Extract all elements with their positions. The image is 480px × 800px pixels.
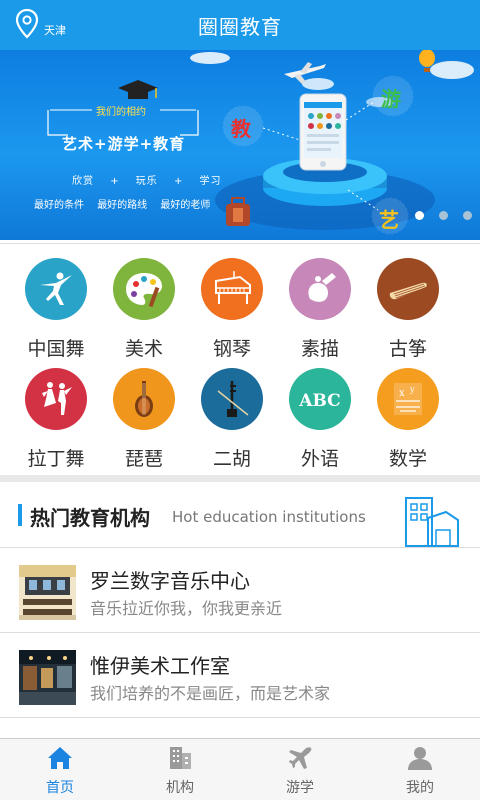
nav-label: 我的 [406,780,434,796]
erhu-icon [201,368,263,430]
abc-icon: ABC [289,368,351,430]
slogan: 最好的老师 [160,200,211,211]
nav-label: 首页 [46,780,74,796]
svg-text:y: y [409,385,415,394]
category-label: 中国舞 [27,338,85,360]
institution-name: 惟伊美术工作室 [90,654,230,678]
slogan: 最好的条件 [34,200,84,211]
category-math[interactable]: xy 数学 [364,368,452,471]
airplane-icon [289,747,312,769]
institution-thumbnail [19,650,76,705]
category-latin-dance[interactable]: 拉丁舞 [12,368,100,471]
institution-description: 音乐拉近你我，你我更亲近 [90,599,283,618]
top-bar: 天津 圈圈教育 [0,0,480,50]
section-divider [0,475,480,482]
keyword-plus: + [173,176,184,187]
carousel-dot[interactable] [463,211,472,220]
banner-slogans: 最好的条件 最好的路线 最好的老师 [34,196,220,211]
nav-home[interactable]: 首页 [0,739,120,800]
keyword: 学习 [199,176,222,187]
category-label: 美术 [124,338,163,360]
keyword: 玩乐 [135,176,158,187]
svg-text:ABC: ABC [298,391,340,411]
nav-label: 游学 [286,780,314,796]
pipa-icon [113,368,175,430]
section-title: 热门教育机构 [30,506,150,530]
nav-study-tour[interactable]: 游学 [240,739,360,800]
user-icon [408,747,432,770]
category-label: 古筝 [388,338,427,360]
keyword: 欣赏 [72,176,94,187]
building-icon [170,747,191,769]
promo-banner[interactable]: 我们的相约 艺术+游学+教育 欣赏 + 玩乐 + 学习 最好的条件 最好的路线 … [0,50,480,240]
category-foreign-language[interactable]: ABC 外语 [276,368,364,471]
section-accent-bar [18,504,22,526]
location-selector[interactable]: 天津 [14,8,66,40]
category-fine-art[interactable]: 美术 [100,258,188,361]
carousel-indicator[interactable] [400,211,472,220]
guzheng-icon [377,258,439,320]
location-pin-icon [15,8,39,39]
institution-description: 我们培养的不是画匠，而是艺术家 [90,684,331,703]
palette-icon [113,258,175,320]
category-erhu[interactable]: 二胡 [188,368,276,471]
banner-keywords: 欣赏 + 玩乐 + 学习 [72,172,234,187]
category-label: 拉丁舞 [27,448,85,470]
app-title: 圈圈教育 [198,14,282,39]
category-label: 钢琴 [212,338,251,360]
circle-char-teach: 教 [231,117,251,141]
section-subtitle: Hot education institutions [172,508,366,526]
app-screen: 天津 圈圈教育 我们的相约 艺术+游学+教育 欣赏 + 玩乐 + 学习 最好的条… [0,0,480,800]
carousel-dot[interactable] [439,211,448,220]
math-icon: xy [377,368,439,430]
sketch-icon [289,258,351,320]
circle-char-art: 艺 [379,208,399,232]
slogan: 最好的路线 [97,200,148,211]
category-pipa[interactable]: 琵琶 [100,368,188,471]
banner-headline: 艺术+游学+教育 [62,135,186,153]
nav-label: 机构 [166,780,194,796]
nav-institutions[interactable]: 机构 [120,739,240,800]
category-sketch[interactable]: 素描 [276,258,364,361]
category-label: 素描 [300,338,339,360]
carousel-dot[interactable] [415,211,424,220]
institution-name: 罗兰数字音乐中心 [90,569,250,593]
category-grid: 中国舞 美术 钢琴 素描 古筝 拉丁舞 琵琶 二胡 ABC 外语 x y 数学 [0,243,480,475]
hot-section-header: 热门教育机构 Hot education institutions [0,482,480,548]
city-label: 天津 [44,24,66,37]
circle-char-travel: 游 [381,87,401,111]
category-label: 外语 [300,448,339,470]
category-chinese-dance[interactable]: 中国舞 [12,258,100,361]
latin-dance-icon [25,368,87,430]
institution-thumbnail [19,565,76,620]
svg-text:x: x [399,388,405,399]
keyword-plus: + [110,176,120,187]
banner-subtitle: 我们的相约 [96,107,146,118]
category-label: 二胡 [212,448,251,470]
category-guzheng[interactable]: 古筝 [364,258,452,361]
institution-item[interactable]: 惟伊美术工作室 我们培养的不是画匠，而是艺术家 [0,634,480,718]
piano-icon [201,258,263,320]
bottom-nav: 首页 机构 游学 我的 [0,738,480,800]
dancer-icon [25,258,87,320]
category-label: 数学 [388,448,427,470]
category-label: 琵琶 [124,448,163,470]
home-icon [48,747,72,769]
institution-item[interactable]: 罗兰数字音乐中心 音乐拉近你我，你我更亲近 [0,549,480,633]
nav-profile[interactable]: 我的 [360,739,480,800]
building-illustration-icon [405,497,459,547]
category-piano[interactable]: 钢琴 [188,258,276,361]
